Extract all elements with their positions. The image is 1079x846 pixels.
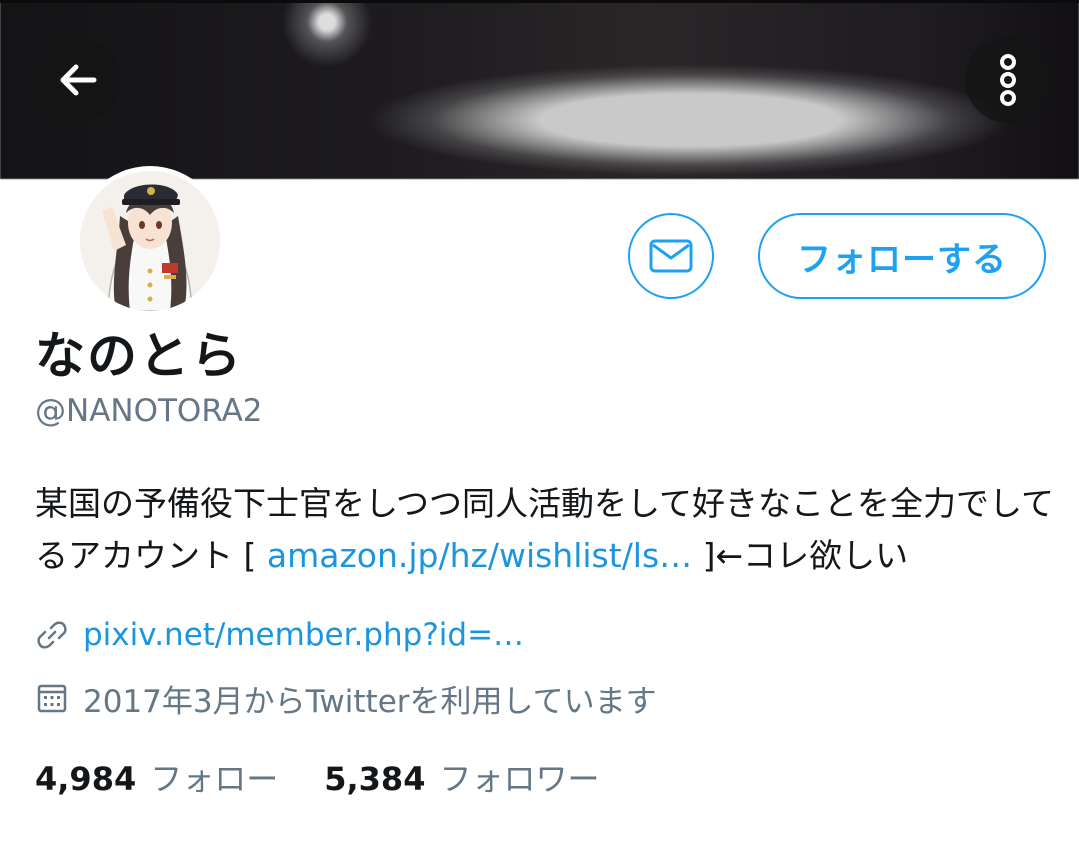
message-button[interactable] <box>628 213 714 299</box>
follow-stats: 4,984 フォロー 5,384 フォロワー <box>35 754 599 800</box>
website-link[interactable]: pixiv.net/member.php?id=… <box>83 617 524 653</box>
profile-bio: 某国の予備役下士官をしつつ同人活動をして好きなことを全力でしてるアカウント [ … <box>35 478 1055 582</box>
user-handle: @NANOTORA2 <box>35 393 263 429</box>
back-button[interactable] <box>35 37 121 123</box>
banner-edge <box>0 0 1079 3</box>
arrow-left-icon <box>60 64 97 96</box>
calendar-icon <box>35 681 69 715</box>
followers-label: フォロワー <box>439 760 600 798</box>
following-count: 4,984 <box>35 760 137 798</box>
display-name: なのとら <box>35 327 243 385</box>
following-link[interactable]: 4,984 フォロー <box>35 754 278 800</box>
following-label: フォロー <box>150 760 279 798</box>
more-vertical-icon <box>1000 54 1016 106</box>
bio-wishlist-link[interactable]: amazon.jp/hz/wishlist/ls… <box>267 536 692 575</box>
followers-count: 5,384 <box>324 760 426 798</box>
follow-button[interactable]: フォローする <box>758 213 1046 299</box>
profile-banner[interactable] <box>0 0 1079 179</box>
followers-link[interactable]: 5,384 フォロワー <box>324 754 599 800</box>
more-options-button[interactable] <box>965 37 1051 123</box>
envelope-icon <box>649 239 693 273</box>
avatar[interactable] <box>75 166 225 316</box>
joined-date: 2017年3月からTwitterを利用しています <box>83 683 657 720</box>
bio-suffix: ]←コレ欲しい <box>692 536 909 575</box>
avatar-image <box>80 171 220 311</box>
link-icon <box>35 618 69 652</box>
joined-row: 2017年3月からTwitterを利用しています <box>35 676 657 720</box>
website-row: pixiv.net/member.php?id=… <box>35 613 524 657</box>
